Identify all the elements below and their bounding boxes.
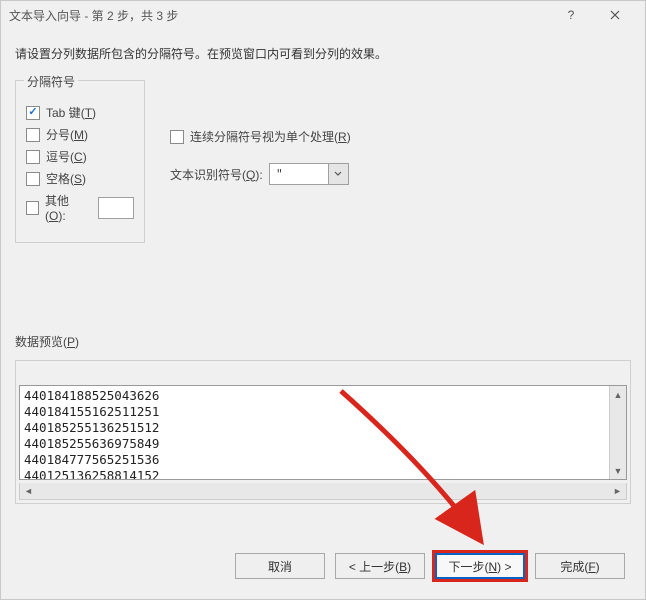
preview-frame: 440184188525043626 440184155162511251 44…	[15, 360, 631, 504]
comma-label: 逗号(C)	[46, 148, 87, 165]
text-qualifier-select[interactable]: "	[269, 163, 349, 185]
preview-label: 数据预览(P)	[15, 333, 631, 350]
comma-checkbox[interactable]	[26, 150, 40, 164]
cancel-button[interactable]: 取消	[235, 553, 325, 579]
space-checkbox[interactable]	[26, 172, 40, 186]
consecutive-label: 连续分隔符号视为单个处理(R)	[190, 128, 351, 145]
close-button[interactable]	[593, 1, 637, 29]
close-icon	[610, 10, 620, 20]
chevron-down-icon	[328, 164, 348, 184]
wizard-window: 文本导入向导 - 第 2 步，共 3 步 ? 请设置分列数据所包含的分隔符号。在…	[0, 0, 646, 600]
semicolon-label: 分号(M)	[46, 126, 88, 143]
qualifier-label: 文本识别符号(Q):	[170, 166, 263, 183]
tab-checkbox[interactable]	[26, 106, 40, 120]
tab-label: Tab 键(T)	[46, 104, 96, 121]
vertical-scrollbar[interactable]: ▲ ▼	[609, 386, 626, 479]
back-button[interactable]: < 上一步(B)	[335, 553, 425, 579]
consecutive-checkbox[interactable]	[170, 130, 184, 144]
scroll-up-icon: ▲	[610, 386, 626, 403]
titlebar: 文本导入向导 - 第 2 步，共 3 步 ?	[1, 1, 645, 29]
finish-button[interactable]: 完成(F)	[535, 553, 625, 579]
delimiter-group: 分隔符号 Tab 键(T) 分号(M) 逗号(C) 空格(S)	[15, 80, 145, 243]
delimiter-group-legend: 分隔符号	[24, 73, 78, 90]
help-button[interactable]: ?	[549, 1, 593, 29]
preview-text: 440184188525043626 440184155162511251 44…	[20, 386, 609, 479]
semicolon-checkbox[interactable]	[26, 128, 40, 142]
space-label: 空格(S)	[46, 170, 86, 187]
button-row: 取消 < 上一步(B) 下一步(N) > 完成(F)	[215, 539, 645, 593]
other-checkbox[interactable]	[26, 201, 39, 215]
other-delimiter-input[interactable]	[98, 197, 134, 219]
instruction-text: 请设置分列数据所包含的分隔符号。在预览窗口内可看到分列的效果。	[15, 45, 631, 62]
other-label: 其他(O):	[45, 192, 86, 223]
scroll-right-icon: ►	[609, 483, 626, 499]
window-title: 文本导入向导 - 第 2 步，共 3 步	[9, 7, 178, 24]
horizontal-scrollbar[interactable]: ◄ ►	[19, 483, 627, 500]
scroll-left-icon: ◄	[20, 483, 37, 499]
next-button[interactable]: 下一步(N) >	[435, 553, 525, 579]
scroll-down-icon: ▼	[610, 462, 626, 479]
qualifier-value: "	[270, 167, 328, 181]
right-options: 连续分隔符号视为单个处理(R) 文本识别符号(Q): "	[170, 80, 631, 185]
preview-box: 440184188525043626 440184155162511251 44…	[19, 385, 627, 480]
